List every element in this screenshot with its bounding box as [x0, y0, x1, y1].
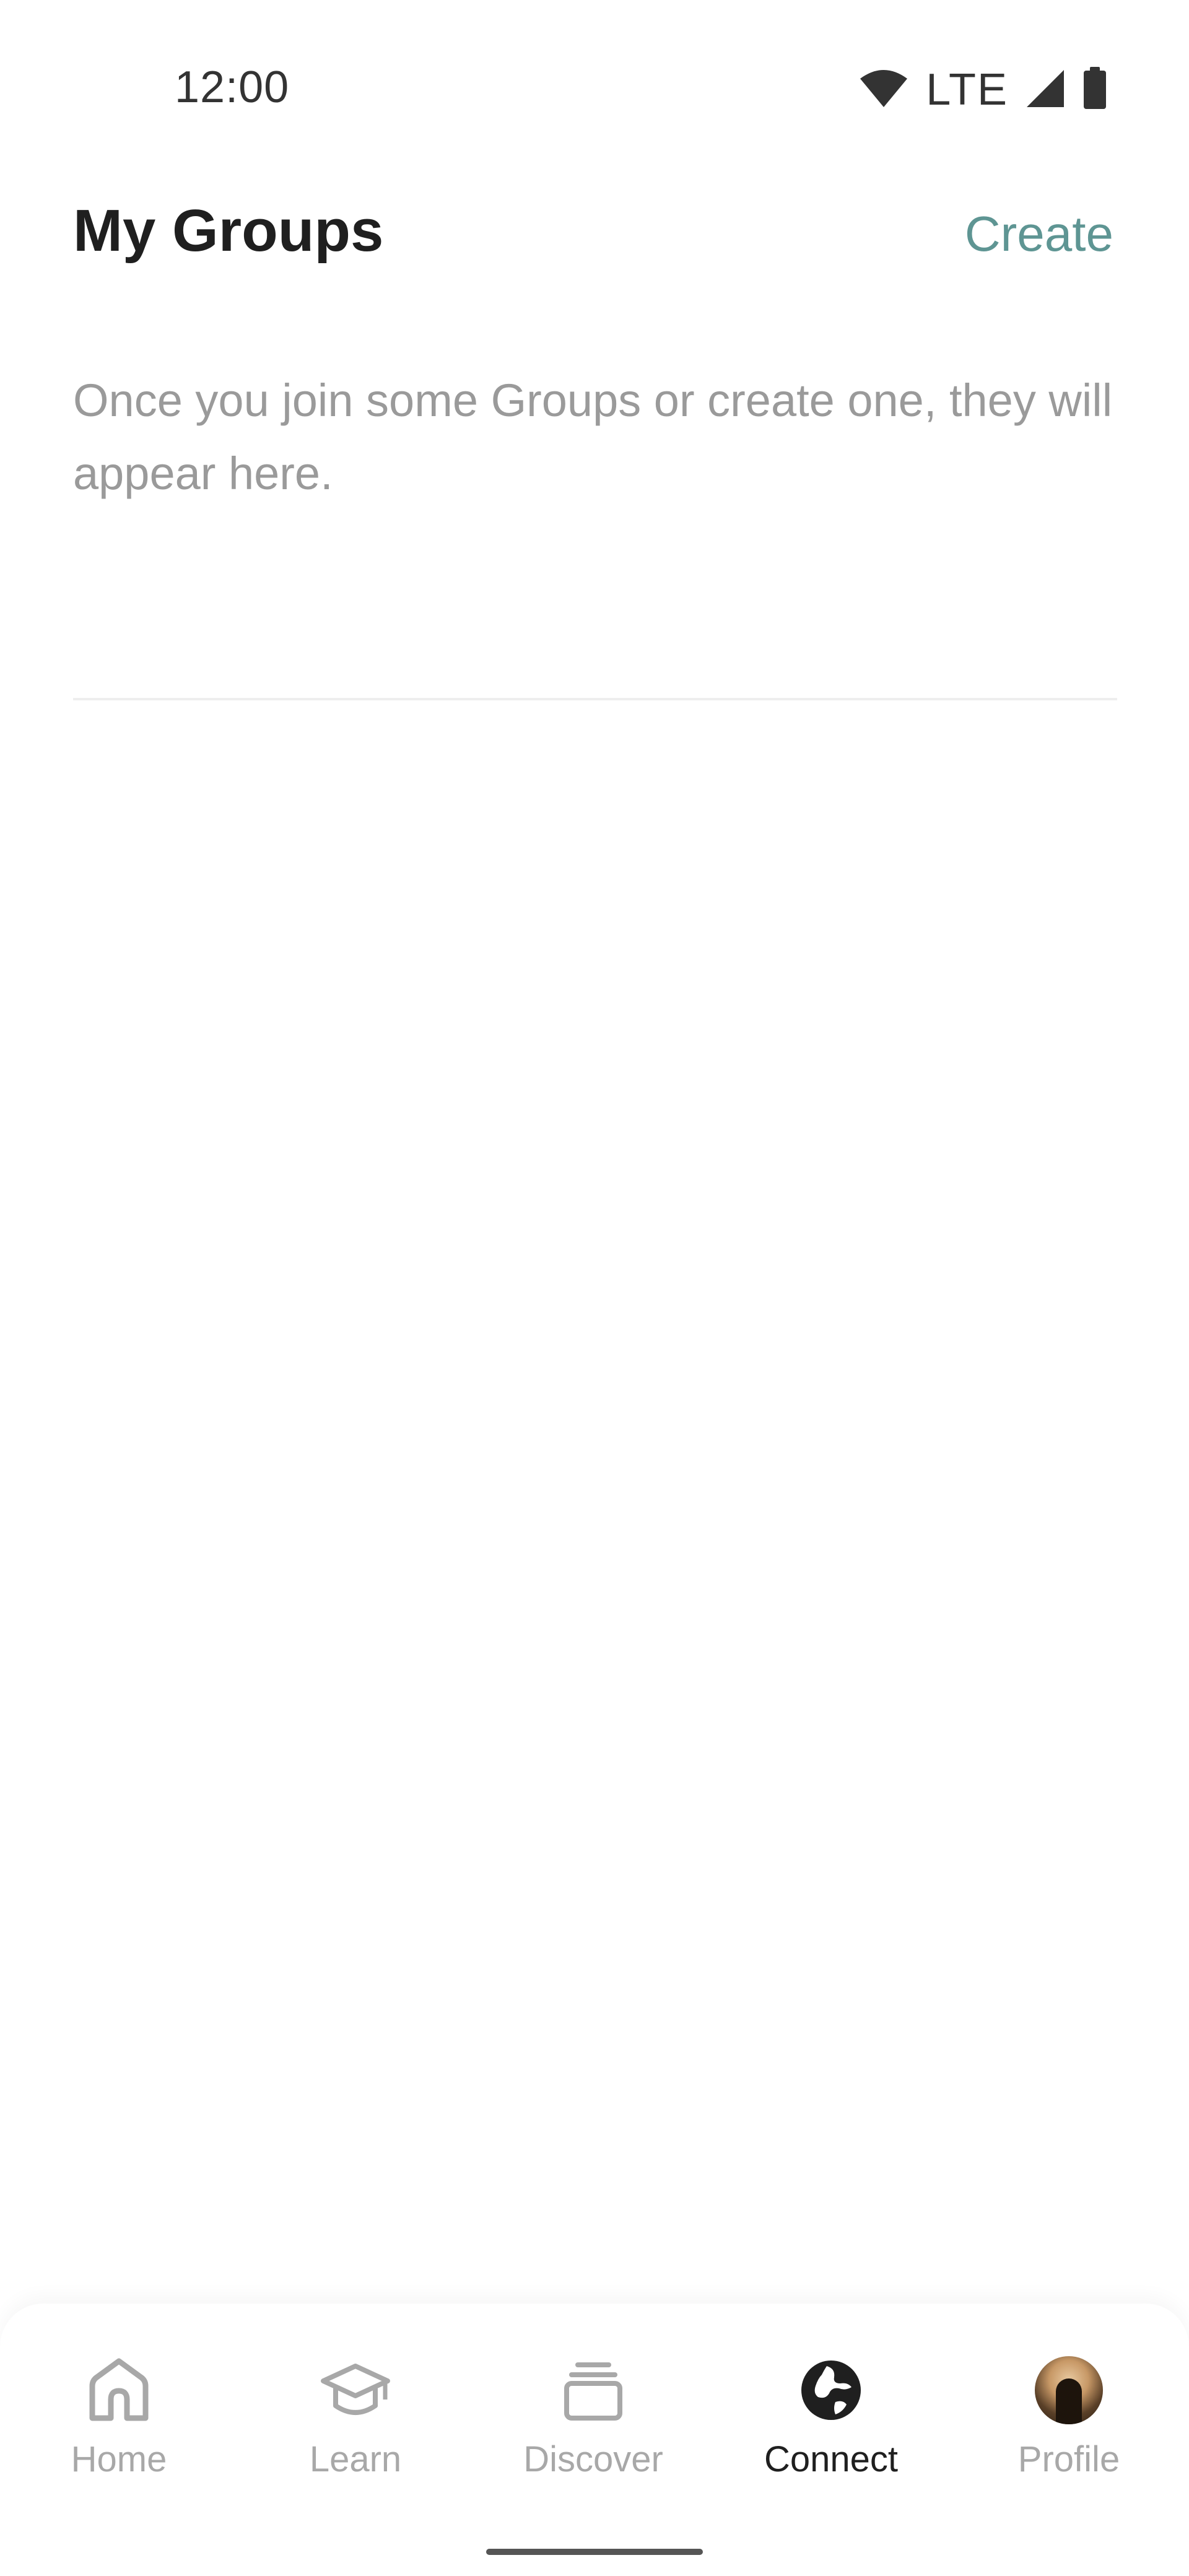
nav-label-learn: Learn	[309, 2439, 402, 2479]
status-time: 12:00	[175, 63, 290, 112]
stack-icon	[556, 2353, 630, 2427]
nav-label-connect: Connect	[764, 2439, 899, 2479]
nav-item-learn[interactable]: Learn	[263, 2353, 448, 2502]
nav-item-connect[interactable]: Connect	[738, 2353, 924, 2502]
nav-label-profile: Profile	[1017, 2439, 1120, 2479]
home-icon	[82, 2353, 156, 2427]
avatar	[1035, 2356, 1103, 2424]
battery-icon	[1082, 66, 1107, 113]
network-type: LTE	[926, 65, 1008, 115]
divider	[73, 698, 1117, 700]
bottom-navigation: Home Learn Discover Connect Profile	[0, 2304, 1189, 2576]
nav-label-home: Home	[71, 2439, 167, 2479]
nav-item-profile[interactable]: Profile	[976, 2353, 1162, 2502]
empty-state-message: Once you join some Groups or create one,…	[73, 375, 1113, 499]
nav-item-home[interactable]: Home	[26, 2353, 212, 2502]
signal-icon	[1026, 69, 1065, 111]
status-bar: 12:00 LTE	[0, 0, 1189, 180]
nav-item-discover[interactable]: Discover	[500, 2353, 686, 2502]
status-icons: LTE	[859, 62, 1107, 118]
profile-icon	[1032, 2353, 1106, 2427]
create-group-button[interactable]: Create	[965, 206, 1113, 263]
graduation-cap-icon	[318, 2353, 393, 2427]
globe-icon	[794, 2353, 868, 2427]
home-indicator[interactable]	[486, 2549, 703, 2555]
page-title: My Groups	[73, 198, 384, 264]
wifi-icon	[859, 69, 908, 111]
nav-label-discover: Discover	[523, 2439, 663, 2479]
